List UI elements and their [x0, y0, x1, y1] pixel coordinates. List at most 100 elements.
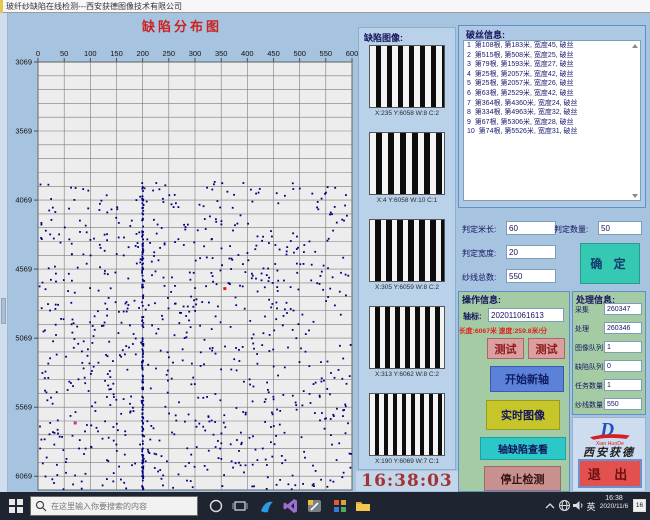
search-icon [34, 499, 48, 513]
svg-text:450: 450 [267, 49, 280, 58]
svg-text:4069: 4069 [15, 196, 32, 205]
param-input-width[interactable] [506, 245, 556, 259]
axis-id-input[interactable] [488, 308, 564, 322]
start-button[interactable] [9, 499, 23, 513]
tray-chevron-up-icon[interactable] [544, 502, 556, 510]
defect-image-caption: X:190 Y:6069 W:7 C:1 [358, 458, 456, 465]
app-window: 玻纤纱缺陷在线检测---西安获德图像技术有限公司 缺陷分布图 050100150… [0, 0, 650, 520]
confirm-button[interactable]: 确 定 [580, 243, 640, 284]
test-button-2[interactable]: 测试 [528, 338, 565, 359]
defect-scatter-plot: 0501001502002503003504004505005506003069… [0, 48, 358, 492]
defect-image[interactable] [369, 306, 445, 369]
broken-list-item[interactable]: 1 第108根, 第183米, 宽度45, 破丝 [464, 41, 640, 51]
cortana-icon[interactable] [208, 498, 224, 514]
network-globe-icon[interactable] [558, 499, 571, 512]
live-image-button[interactable]: 实时图像 [486, 400, 560, 430]
broken-list: 1 第108根, 第183米, 宽度45, 破丝2 第515根, 第508米, … [463, 40, 641, 201]
svg-text:250: 250 [163, 49, 176, 58]
exit-button[interactable]: 退 出 [578, 459, 642, 488]
operation-header: 操作信息: [462, 293, 501, 306]
app-blue-icon[interactable] [258, 498, 276, 514]
param-label-meter-length: 判定米长: [462, 224, 496, 235]
tray-date: 2020/11/6 [596, 503, 632, 511]
processing-field-label: 任务数量 [575, 381, 603, 391]
broken-list-item[interactable]: 5 第25根, 第2057米, 宽度26, 破丝 [464, 79, 640, 89]
processing-field-value[interactable] [604, 303, 642, 315]
processing-field-label: 缺陷队列 [575, 362, 603, 372]
company-name: 西安获德 [574, 444, 644, 460]
broken-list-item[interactable]: 4 第25根, 第2057米, 宽度42, 破丝 [464, 70, 640, 80]
svg-text:3069: 3069 [15, 58, 32, 67]
axis-defect-view-button[interactable]: 轴缺陷查看 [480, 437, 566, 460]
svg-text:50: 50 [60, 49, 68, 58]
svg-text:350: 350 [215, 49, 228, 58]
svg-text:550: 550 [320, 49, 333, 58]
broken-list-item[interactable]: 2 第515根, 第508米, 宽度25, 破丝 [464, 51, 640, 61]
processing-field-value[interactable] [604, 379, 642, 391]
defect-image-caption: X:313 Y:6062 W:8 C:2 [358, 371, 456, 378]
defect-image-block: X:4 Y:6058 W:10 C:1 [358, 132, 456, 219]
search-input[interactable] [51, 502, 191, 511]
taskbar-search[interactable] [30, 496, 198, 516]
window-titlebar: 玻纤纱缺陷在线检测---西安获德图像技术有限公司 [0, 0, 650, 13]
tray-clock[interactable]: 16:38 2020/11/6 [596, 495, 632, 511]
notification-center-icon[interactable]: 16 [633, 499, 646, 512]
defect-image[interactable] [369, 45, 445, 108]
defect-image-block: X:313 Y:6062 W:8 C:2 [358, 306, 456, 393]
length-speed-status: 长度:6067米 速度:259.8米/分 [459, 325, 571, 335]
test-button-1[interactable]: 测试 [487, 338, 524, 359]
scroll-up-arrow[interactable] [632, 44, 638, 48]
broken-list-item[interactable]: 3 第79根, 第1593米, 宽度27, 破丝 [464, 60, 640, 70]
task-view-icon[interactable] [232, 498, 248, 514]
param-input-count[interactable] [598, 221, 642, 235]
svg-text:0: 0 [36, 49, 40, 58]
processing-field-label: 纱线数量 [575, 400, 603, 410]
defect-image-block: X:305 Y:6059 W:8 C:2 [358, 219, 456, 306]
visual-studio-icon[interactable] [282, 498, 300, 514]
svg-text:3569: 3569 [15, 127, 32, 136]
processing-field-value[interactable] [604, 322, 642, 334]
axis-id-label: 轴标: [463, 311, 482, 322]
tray-time: 16:38 [596, 495, 632, 503]
svg-text:5069: 5069 [15, 334, 32, 343]
file-explorer-icon[interactable] [354, 498, 372, 514]
broken-list-item[interactable]: 10 第74根, 第5526米, 宽度31, 破丝 [464, 127, 640, 137]
defect-image-block: X:190 Y:6069 W:7 C:1 [358, 393, 456, 480]
stop-detection-button[interactable]: 停止检测 [484, 466, 561, 491]
processing-field-value[interactable] [604, 398, 642, 410]
processing-field-label: 采集 [575, 305, 589, 315]
svg-text:600: 600 [346, 49, 358, 58]
svg-text:500: 500 [293, 49, 306, 58]
param-label-width: 判定宽度: [462, 248, 496, 259]
param-input-meter-length[interactable] [506, 221, 556, 235]
defect-image[interactable] [369, 132, 445, 195]
processing-field-label: 处理 [575, 324, 589, 334]
svg-text:6069: 6069 [15, 472, 32, 481]
defect-image-caption: X:305 Y:6059 W:8 C:2 [358, 284, 456, 291]
defect-image[interactable] [369, 393, 445, 456]
company-logo-icon: D Xian HuoDe [583, 418, 635, 446]
defect-image-header: 缺陷图像: [364, 31, 403, 44]
tools-icon[interactable] [306, 498, 324, 514]
volume-icon[interactable] [572, 499, 585, 512]
param-input-yarn-total[interactable] [506, 269, 556, 283]
defect-image-block: X:235 Y:6058 W:8 C:2 [358, 45, 456, 132]
processing-field-value[interactable] [604, 360, 642, 372]
broken-list-item[interactable]: 7 第364根, 第4360米, 宽度24, 破丝 [464, 99, 640, 109]
broken-list-item[interactable]: 6 第63根, 第2529米, 宽度42, 破丝 [464, 89, 640, 99]
window-icon [0, 0, 3, 13]
broken-list-item[interactable]: 8 第334根, 第4963米, 宽度32, 破丝 [464, 108, 640, 118]
processing-field-label: 图像队列 [575, 343, 603, 353]
scroll-down-arrow[interactable] [632, 194, 638, 198]
svg-text:150: 150 [110, 49, 123, 58]
defect-image-caption: X:4 Y:6058 W:10 C:1 [358, 197, 456, 204]
time-display: 16:38:03 [356, 471, 458, 491]
svg-text:100: 100 [84, 49, 97, 58]
svg-text:4569: 4569 [15, 265, 32, 274]
app-red-icon[interactable] [332, 498, 348, 514]
defect-image[interactable] [369, 219, 445, 282]
broken-list-item[interactable]: 9 第67根, 第5306米, 宽度28, 破丝 [464, 118, 640, 128]
svg-text:300: 300 [189, 49, 202, 58]
start-new-axis-button[interactable]: 开始新轴 [490, 366, 564, 392]
processing-field-value[interactable] [604, 341, 642, 353]
